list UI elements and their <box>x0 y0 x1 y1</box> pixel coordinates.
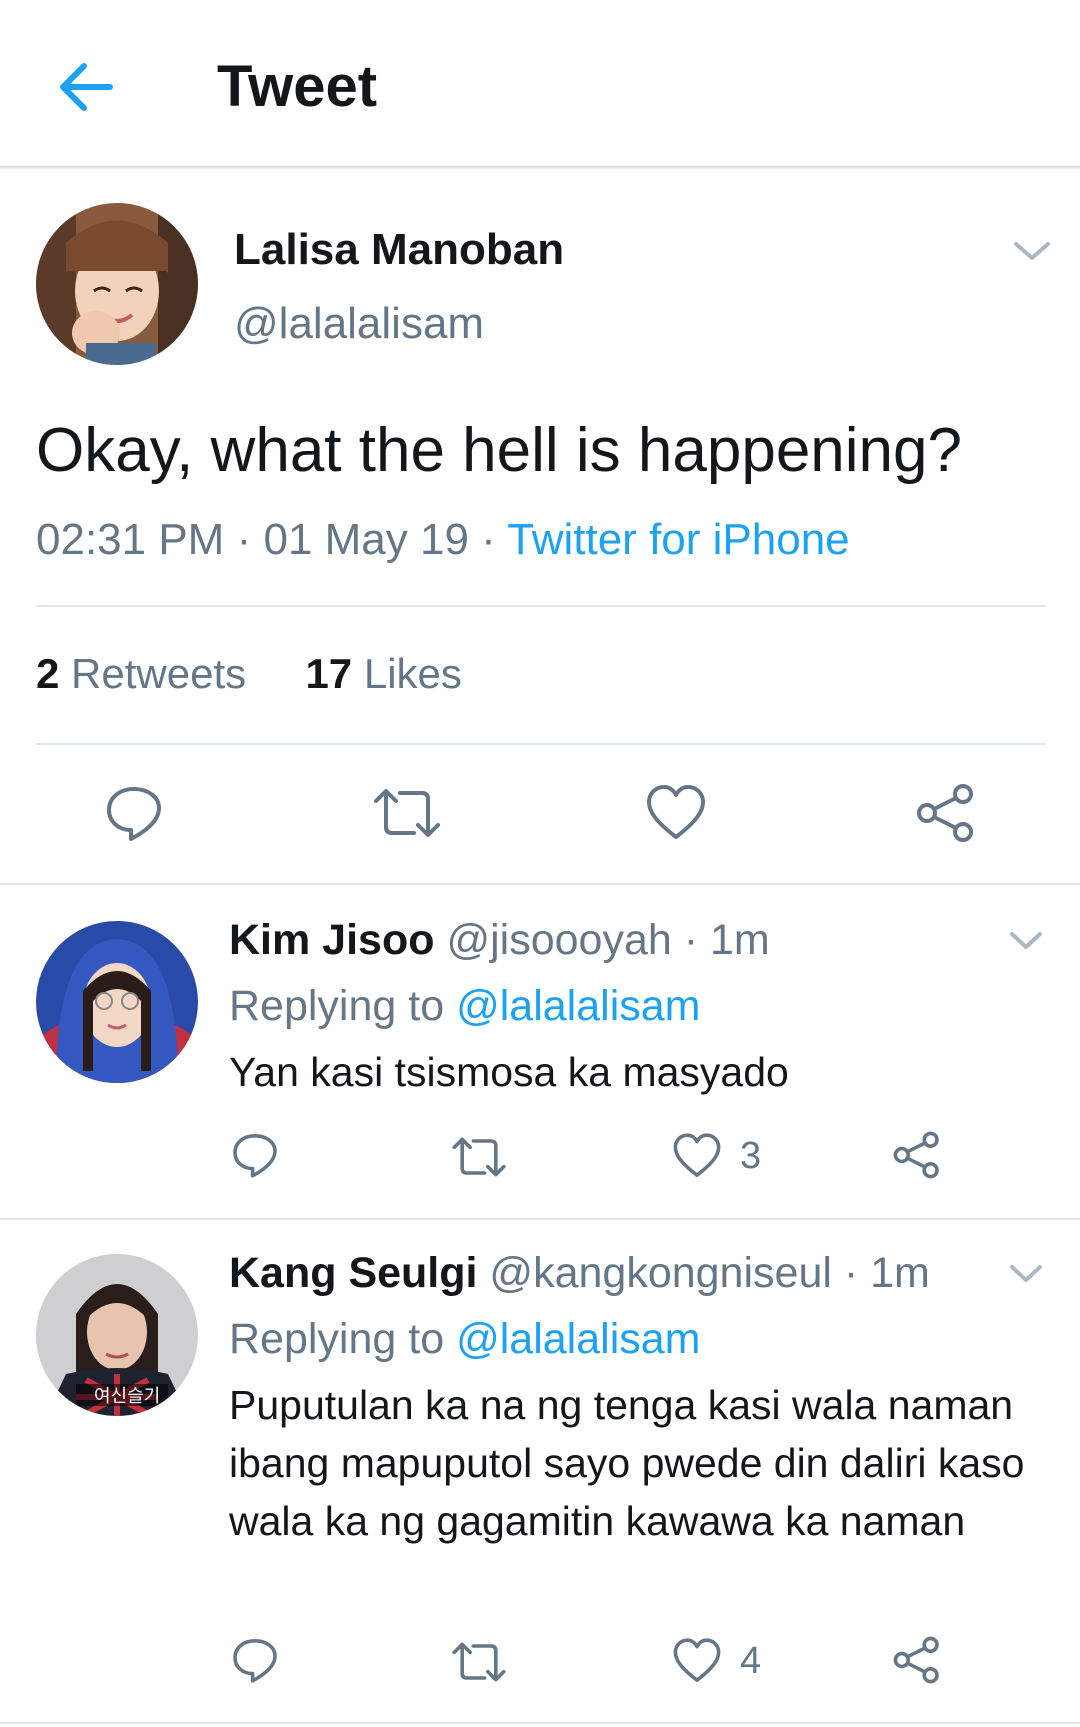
like-button[interactable] <box>645 783 707 843</box>
meta-separator: · <box>236 515 252 564</box>
top-bar <box>0 0 1080 166</box>
replying-label: Replying to <box>229 982 445 1030</box>
reply-author-name[interactable]: Kim Jisoo <box>229 916 435 964</box>
share-icon <box>893 1131 939 1179</box>
share-button[interactable] <box>915 783 977 843</box>
share-icon <box>917 784 973 842</box>
tweet-stats: 2 Retweets 17 Likes <box>36 646 462 702</box>
reply-text: Yan kasi tsismosa ka masyado <box>229 1049 789 1095</box>
retweets-count: 2 <box>36 650 60 697</box>
share-button[interactable] <box>892 1636 942 1684</box>
retweet-button[interactable] <box>451 1133 507 1181</box>
reply-button[interactable] <box>231 1636 279 1684</box>
replying-label: Replying to <box>229 1315 445 1363</box>
tweet-meta: 02:31 PM · 01 May 19 · Twitter for iPhon… <box>36 512 850 568</box>
avatar[interactable] <box>36 203 198 365</box>
reply-header: Kim Jisoo @jisoooyah · 1m <box>229 912 770 968</box>
tweet-date: 01 May 19 <box>263 515 469 564</box>
retweet-icon <box>452 1642 506 1682</box>
author-name[interactable]: Lalisa Manoban <box>234 222 564 278</box>
reply-age: · 1m <box>683 916 770 964</box>
like-count: 4 <box>740 1640 762 1682</box>
divider <box>0 1218 1080 1220</box>
header-divider <box>0 166 1080 170</box>
likes-count: 17 <box>305 650 353 697</box>
likes-stat[interactable]: 17 Likes <box>305 650 461 697</box>
meta-separator: · <box>481 515 496 564</box>
replying-to-handle[interactable]: @lalalalisam <box>456 1315 700 1363</box>
chevron-down-icon <box>1010 1265 1042 1282</box>
divider <box>0 883 1080 885</box>
retweet-button[interactable] <box>451 1638 507 1686</box>
heart-icon <box>673 1638 721 1682</box>
replying-to: Replying to @lalalalisam <box>229 1311 701 1367</box>
replying-to-handle[interactable]: @lalalalisam <box>456 982 700 1030</box>
tweet-time: 02:31 PM <box>36 515 225 564</box>
heart-icon <box>647 785 705 839</box>
divider <box>0 1722 1080 1724</box>
reply-icon <box>233 1134 277 1178</box>
reply-header: Kang Seulgi @kangkongniseul · 1m <box>229 1245 930 1301</box>
reply-author-name[interactable]: Kang Seulgi <box>229 1249 477 1297</box>
chevron-down-icon <box>1010 932 1042 949</box>
tweet-options-button[interactable] <box>1010 230 1054 270</box>
divider <box>36 743 1046 745</box>
reply-options-button[interactable] <box>1006 1255 1046 1291</box>
tweet-source-link[interactable]: Twitter for iPhone <box>507 515 849 564</box>
chevron-down-icon <box>1014 242 1050 260</box>
retweets-label: Retweets <box>71 650 247 697</box>
share-icon <box>893 1636 939 1684</box>
reply-icon <box>107 787 161 841</box>
reply-button[interactable] <box>104 783 164 843</box>
heart-icon <box>673 1133 721 1177</box>
divider <box>36 605 1046 607</box>
reply-text: Puputulan ka na ng tenga kasi wala naman… <box>229 1382 1025 1544</box>
reply-author-handle[interactable]: @kangkongniseul <box>489 1249 832 1297</box>
retweets-stat[interactable]: 2 Retweets <box>36 650 246 697</box>
back-button[interactable] <box>50 52 120 122</box>
avatar[interactable] <box>36 921 198 1083</box>
likes-label: Likes <box>363 650 462 697</box>
reply-author-handle[interactable]: @jisoooyah <box>446 916 671 964</box>
reply-options-button[interactable] <box>1006 922 1046 958</box>
like-count: 3 <box>740 1135 762 1177</box>
retweet-icon <box>452 1137 506 1177</box>
back-arrow-icon <box>60 63 113 111</box>
author-handle[interactable]: @lalalalisam <box>234 296 484 352</box>
retweet-icon <box>374 789 440 837</box>
reply-icon <box>233 1639 277 1683</box>
retweet-button[interactable] <box>372 783 442 843</box>
like-button[interactable]: 4 <box>672 1636 761 1686</box>
share-button[interactable] <box>892 1131 942 1179</box>
reply-button[interactable] <box>231 1131 279 1179</box>
like-button[interactable]: 3 <box>672 1131 761 1181</box>
tweet-text: Okay, what the hell is happening? <box>36 416 963 485</box>
avatar-watermark: 여신슬기 <box>94 1386 161 1407</box>
page-title: Tweet <box>217 54 378 119</box>
reply-age: · 1m <box>843 1249 930 1297</box>
avatar[interactable]: 여신슬기 <box>36 1254 198 1416</box>
replying-to: Replying to @lalalalisam <box>229 978 701 1034</box>
